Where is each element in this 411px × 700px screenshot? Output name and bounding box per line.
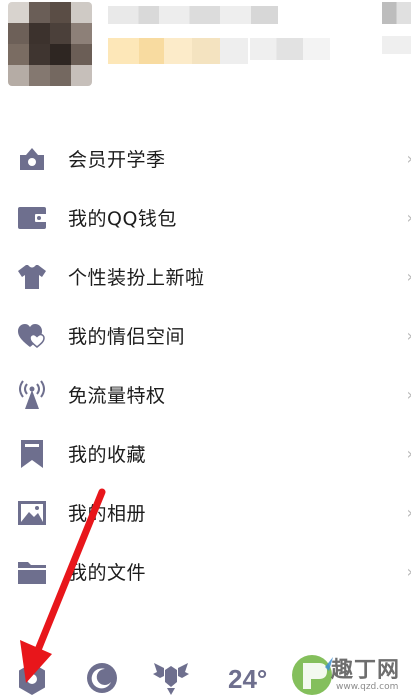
menu-item-qq-wallet[interactable]: 我的QQ钱包 ›: [0, 188, 411, 247]
moon-icon[interactable]: [86, 662, 118, 698]
menu-item-label: 会员开学季: [68, 149, 166, 171]
wallet-icon: [17, 203, 47, 233]
settings-gear-icon[interactable]: [16, 662, 48, 700]
menu-item-label: 我的文件: [68, 562, 147, 584]
wings-badge-icon[interactable]: [152, 660, 190, 700]
menu-item-vip-season[interactable]: 会员开学季 ›: [0, 129, 411, 188]
chevron-right-icon: ›: [407, 385, 411, 404]
menu-item-personal-dressup[interactable]: 个性装扮上新啦 ›: [0, 247, 411, 306]
menu-item-label: 我的情侣空间: [68, 326, 186, 348]
menu-item-label: 我的QQ钱包: [68, 208, 177, 230]
signature-blurred: [250, 38, 330, 60]
photo-album-icon: [17, 498, 47, 528]
menu-item-label: 我的相册: [68, 503, 147, 525]
menu-item-favorites[interactable]: 我的收藏 ›: [0, 424, 411, 483]
header-corner-blurred-2: [382, 36, 411, 54]
drawer-menu: 会员开学季 › 我的QQ钱包 › 个性装扮上新啦 ›: [0, 129, 411, 601]
menu-item-label: 免流量特权: [68, 385, 166, 407]
bookmark-icon: [17, 439, 47, 469]
folder-icon: [17, 557, 47, 587]
chevron-right-icon: ›: [407, 326, 411, 345]
menu-item-couple-space[interactable]: 我的情侣空间 ›: [0, 306, 411, 365]
weather-temperature[interactable]: 24°: [228, 664, 267, 695]
hearts-icon: [17, 321, 47, 351]
tshirt-icon: [17, 262, 47, 292]
menu-item-photo-album[interactable]: 我的相册 ›: [0, 483, 411, 542]
avatar[interactable]: [8, 2, 92, 86]
menu-item-my-files[interactable]: 我的文件 ›: [0, 542, 411, 601]
header-corner-blurred[interactable]: [382, 2, 411, 24]
chevron-right-icon: ›: [407, 444, 411, 463]
menu-item-label: 我的收藏: [68, 444, 147, 466]
vip-crown-icon: [17, 144, 47, 174]
menu-item-free-data[interactable]: 免流量特权 ›: [0, 365, 411, 424]
chevron-right-icon: ›: [407, 208, 411, 227]
watermark-text: 趣丁网: [331, 658, 401, 683]
chevron-right-icon: ›: [407, 562, 411, 581]
signal-tower-icon: [17, 379, 47, 410]
menu-item-label: 个性装扮上新啦: [68, 267, 205, 289]
chevron-right-icon: ›: [407, 149, 411, 168]
vip-badge-blurred[interactable]: [108, 38, 248, 64]
watermark-url: www.qzd.com: [336, 682, 399, 692]
chevron-right-icon: ›: [407, 503, 411, 522]
chevron-right-icon: ›: [407, 267, 411, 286]
nickname-blurred: [108, 6, 278, 24]
